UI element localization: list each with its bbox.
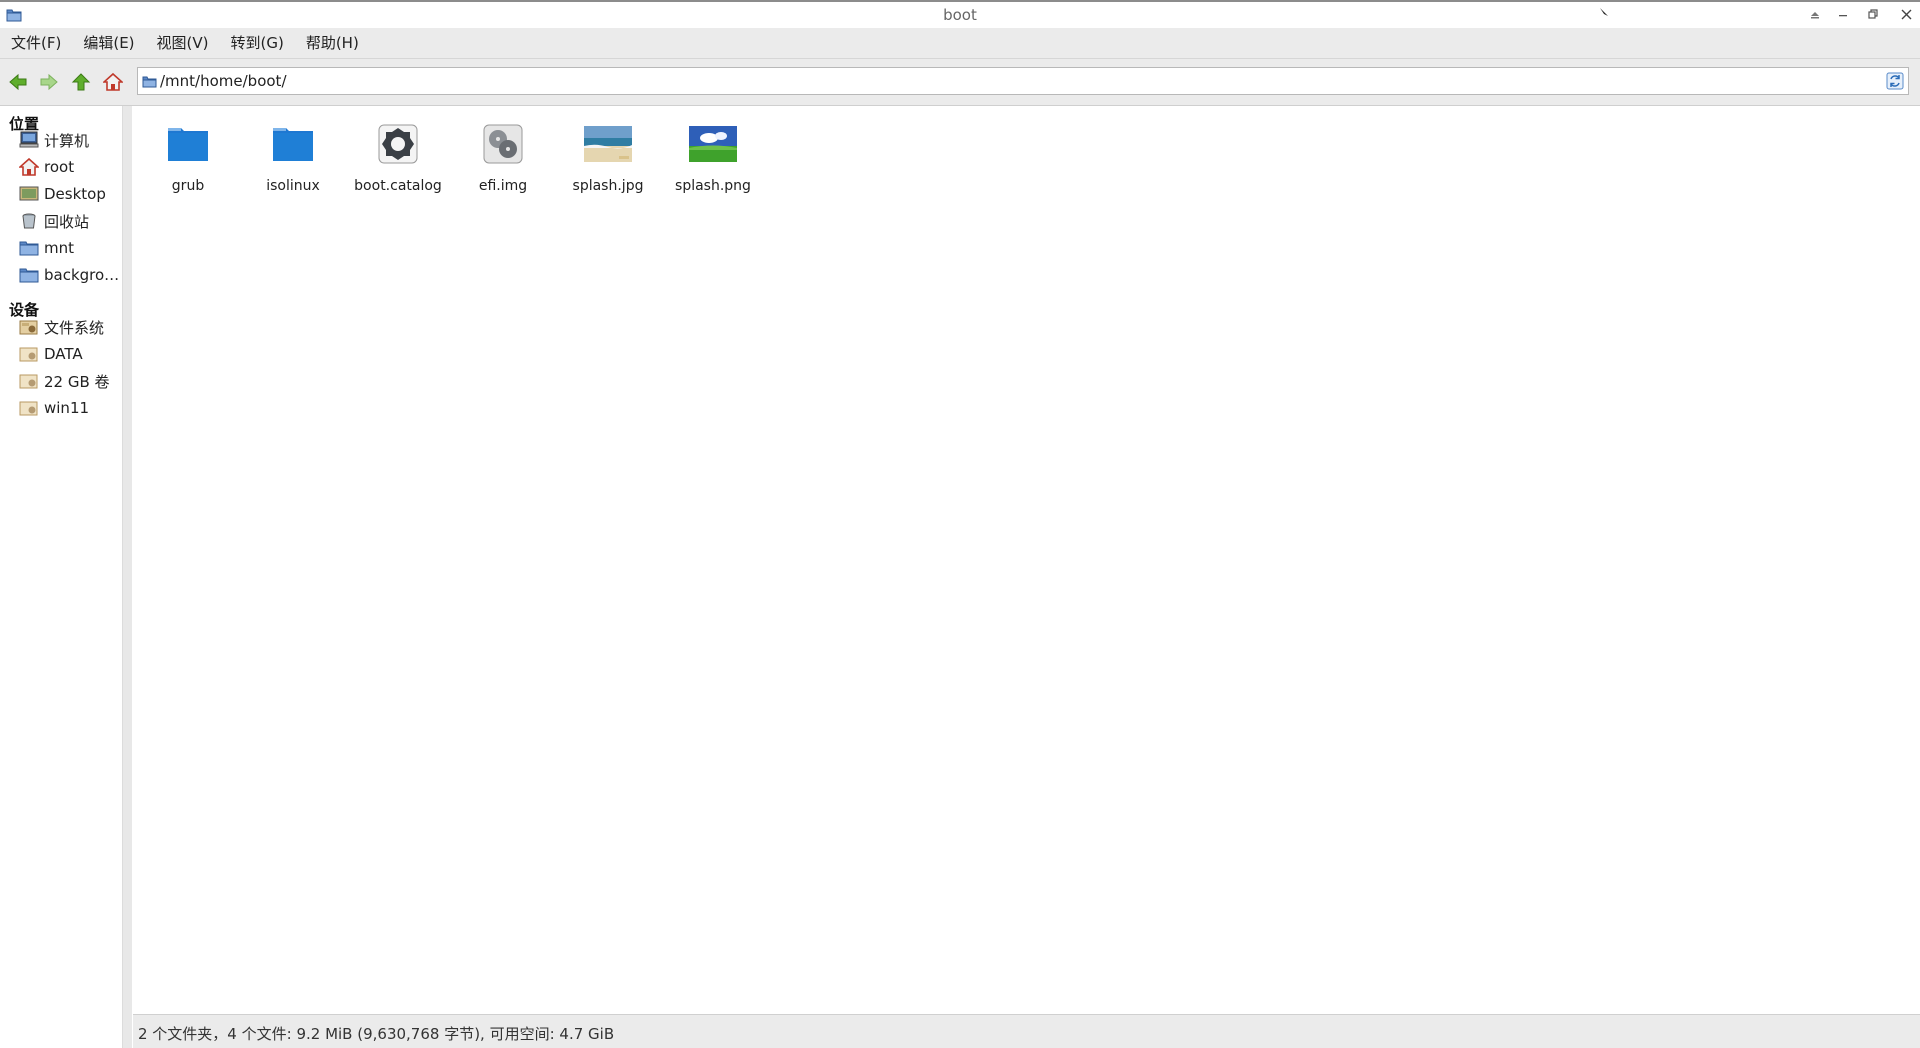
menu-help[interactable]: 帮助(H) (295, 28, 370, 58)
file-manager-window: boot 文件(F) 编辑(E) 视图(V) 转到(G) 帮助(H) /mnt/… (0, 0, 1920, 1048)
status-bar: 2 个文件夹，4 个文件: 9.2 MiB (9,630,768 字节), 可用… (133, 1014, 1920, 1048)
sidebar-item-background[interactable]: backgro… (18, 262, 122, 288)
sidebar-item-win11[interactable]: win11 (18, 395, 122, 421)
gear-file-icon (346, 116, 450, 172)
sidebar-item-computer[interactable]: 计算机 (18, 127, 122, 153)
file-item-grub[interactable]: grub (136, 116, 240, 194)
folder-icon (18, 238, 40, 258)
mouse-cursor-icon (1598, 2, 1610, 20)
folder-icon (241, 116, 345, 172)
image-beach-icon (556, 116, 660, 172)
address-input[interactable] (160, 68, 1860, 94)
file-name: splash.png (675, 178, 751, 194)
up-arrow-icon (71, 73, 91, 91)
menu-edit[interactable]: 编辑(E) (72, 28, 145, 58)
file-name: efi.img (478, 178, 528, 194)
file-item-efi-img[interactable]: efi.img (451, 116, 555, 194)
folder-icon (142, 74, 157, 92)
desktop-icon (18, 184, 40, 204)
sidebar-item-desktop[interactable]: Desktop (18, 181, 122, 207)
file-name: boot.catalog (354, 178, 442, 194)
menu-view[interactable]: 视图(V) (146, 28, 220, 58)
sidebar-item-data[interactable]: DATA (18, 341, 122, 367)
forward-arrow-icon (40, 73, 58, 91)
home-icon (103, 72, 123, 91)
toolbar (0, 59, 1920, 106)
refresh-icon[interactable] (1886, 72, 1904, 94)
disk-image-icon (451, 116, 555, 172)
drive-icon (18, 317, 40, 337)
menu-go[interactable]: 转到(G) (220, 28, 295, 58)
sidebar-item-filesystem[interactable]: 文件系统 (18, 314, 122, 340)
file-item-isolinux[interactable]: isolinux (241, 116, 345, 194)
file-item-splash-jpg[interactable]: splash.jpg (556, 116, 660, 194)
menu-file[interactable]: 文件(F) (0, 28, 72, 58)
sidebar-item-22gb-volume[interactable]: 22 GB 卷 (18, 368, 122, 394)
drive-icon (18, 398, 40, 418)
up-button[interactable] (69, 70, 93, 94)
file-name: splash.jpg (572, 178, 644, 194)
sidebar-item-root[interactable]: root (18, 154, 122, 180)
home-button[interactable] (101, 70, 125, 94)
forward-button[interactable] (37, 70, 61, 94)
file-name: isolinux (266, 178, 320, 194)
drive-icon (18, 371, 40, 391)
image-landscape-icon (661, 116, 765, 172)
title-bar[interactable]: boot (0, 2, 1920, 28)
back-arrow-icon (9, 73, 27, 91)
computer-icon (18, 130, 40, 150)
sidebar-item-mnt[interactable]: mnt (18, 235, 122, 261)
shade-button[interactable] (1805, 6, 1825, 26)
close-button[interactable] (1896, 6, 1916, 26)
trash-icon (18, 211, 40, 231)
folder-icon (136, 116, 240, 172)
folder-icon (18, 265, 40, 285)
restore-button[interactable] (1863, 6, 1883, 26)
window-title: boot (943, 6, 977, 24)
file-item-splash-png[interactable]: splash.png (661, 116, 765, 194)
file-name: grub (171, 178, 205, 194)
file-view[interactable]: grub isolinux boot.catalog efi.img splas… (133, 106, 1920, 1014)
sidebar: 位置 计算机 root Desktop 回收站 mnt backgro… 设备 … (0, 106, 123, 1048)
sidebar-splitter[interactable] (123, 106, 132, 1048)
home-icon (18, 157, 40, 177)
minimize-button[interactable] (1833, 6, 1853, 26)
menu-bar: 文件(F) 编辑(E) 视图(V) 转到(G) 帮助(H) (0, 28, 1920, 59)
drive-icon (18, 344, 40, 364)
back-button[interactable] (6, 70, 30, 94)
status-text: 2 个文件夹，4 个文件: 9.2 MiB (9,630,768 字节), 可用… (138, 1025, 615, 1043)
address-bar[interactable] (137, 67, 1909, 95)
file-item-boot-catalog[interactable]: boot.catalog (346, 116, 450, 194)
sidebar-item-trash[interactable]: 回收站 (18, 208, 122, 234)
